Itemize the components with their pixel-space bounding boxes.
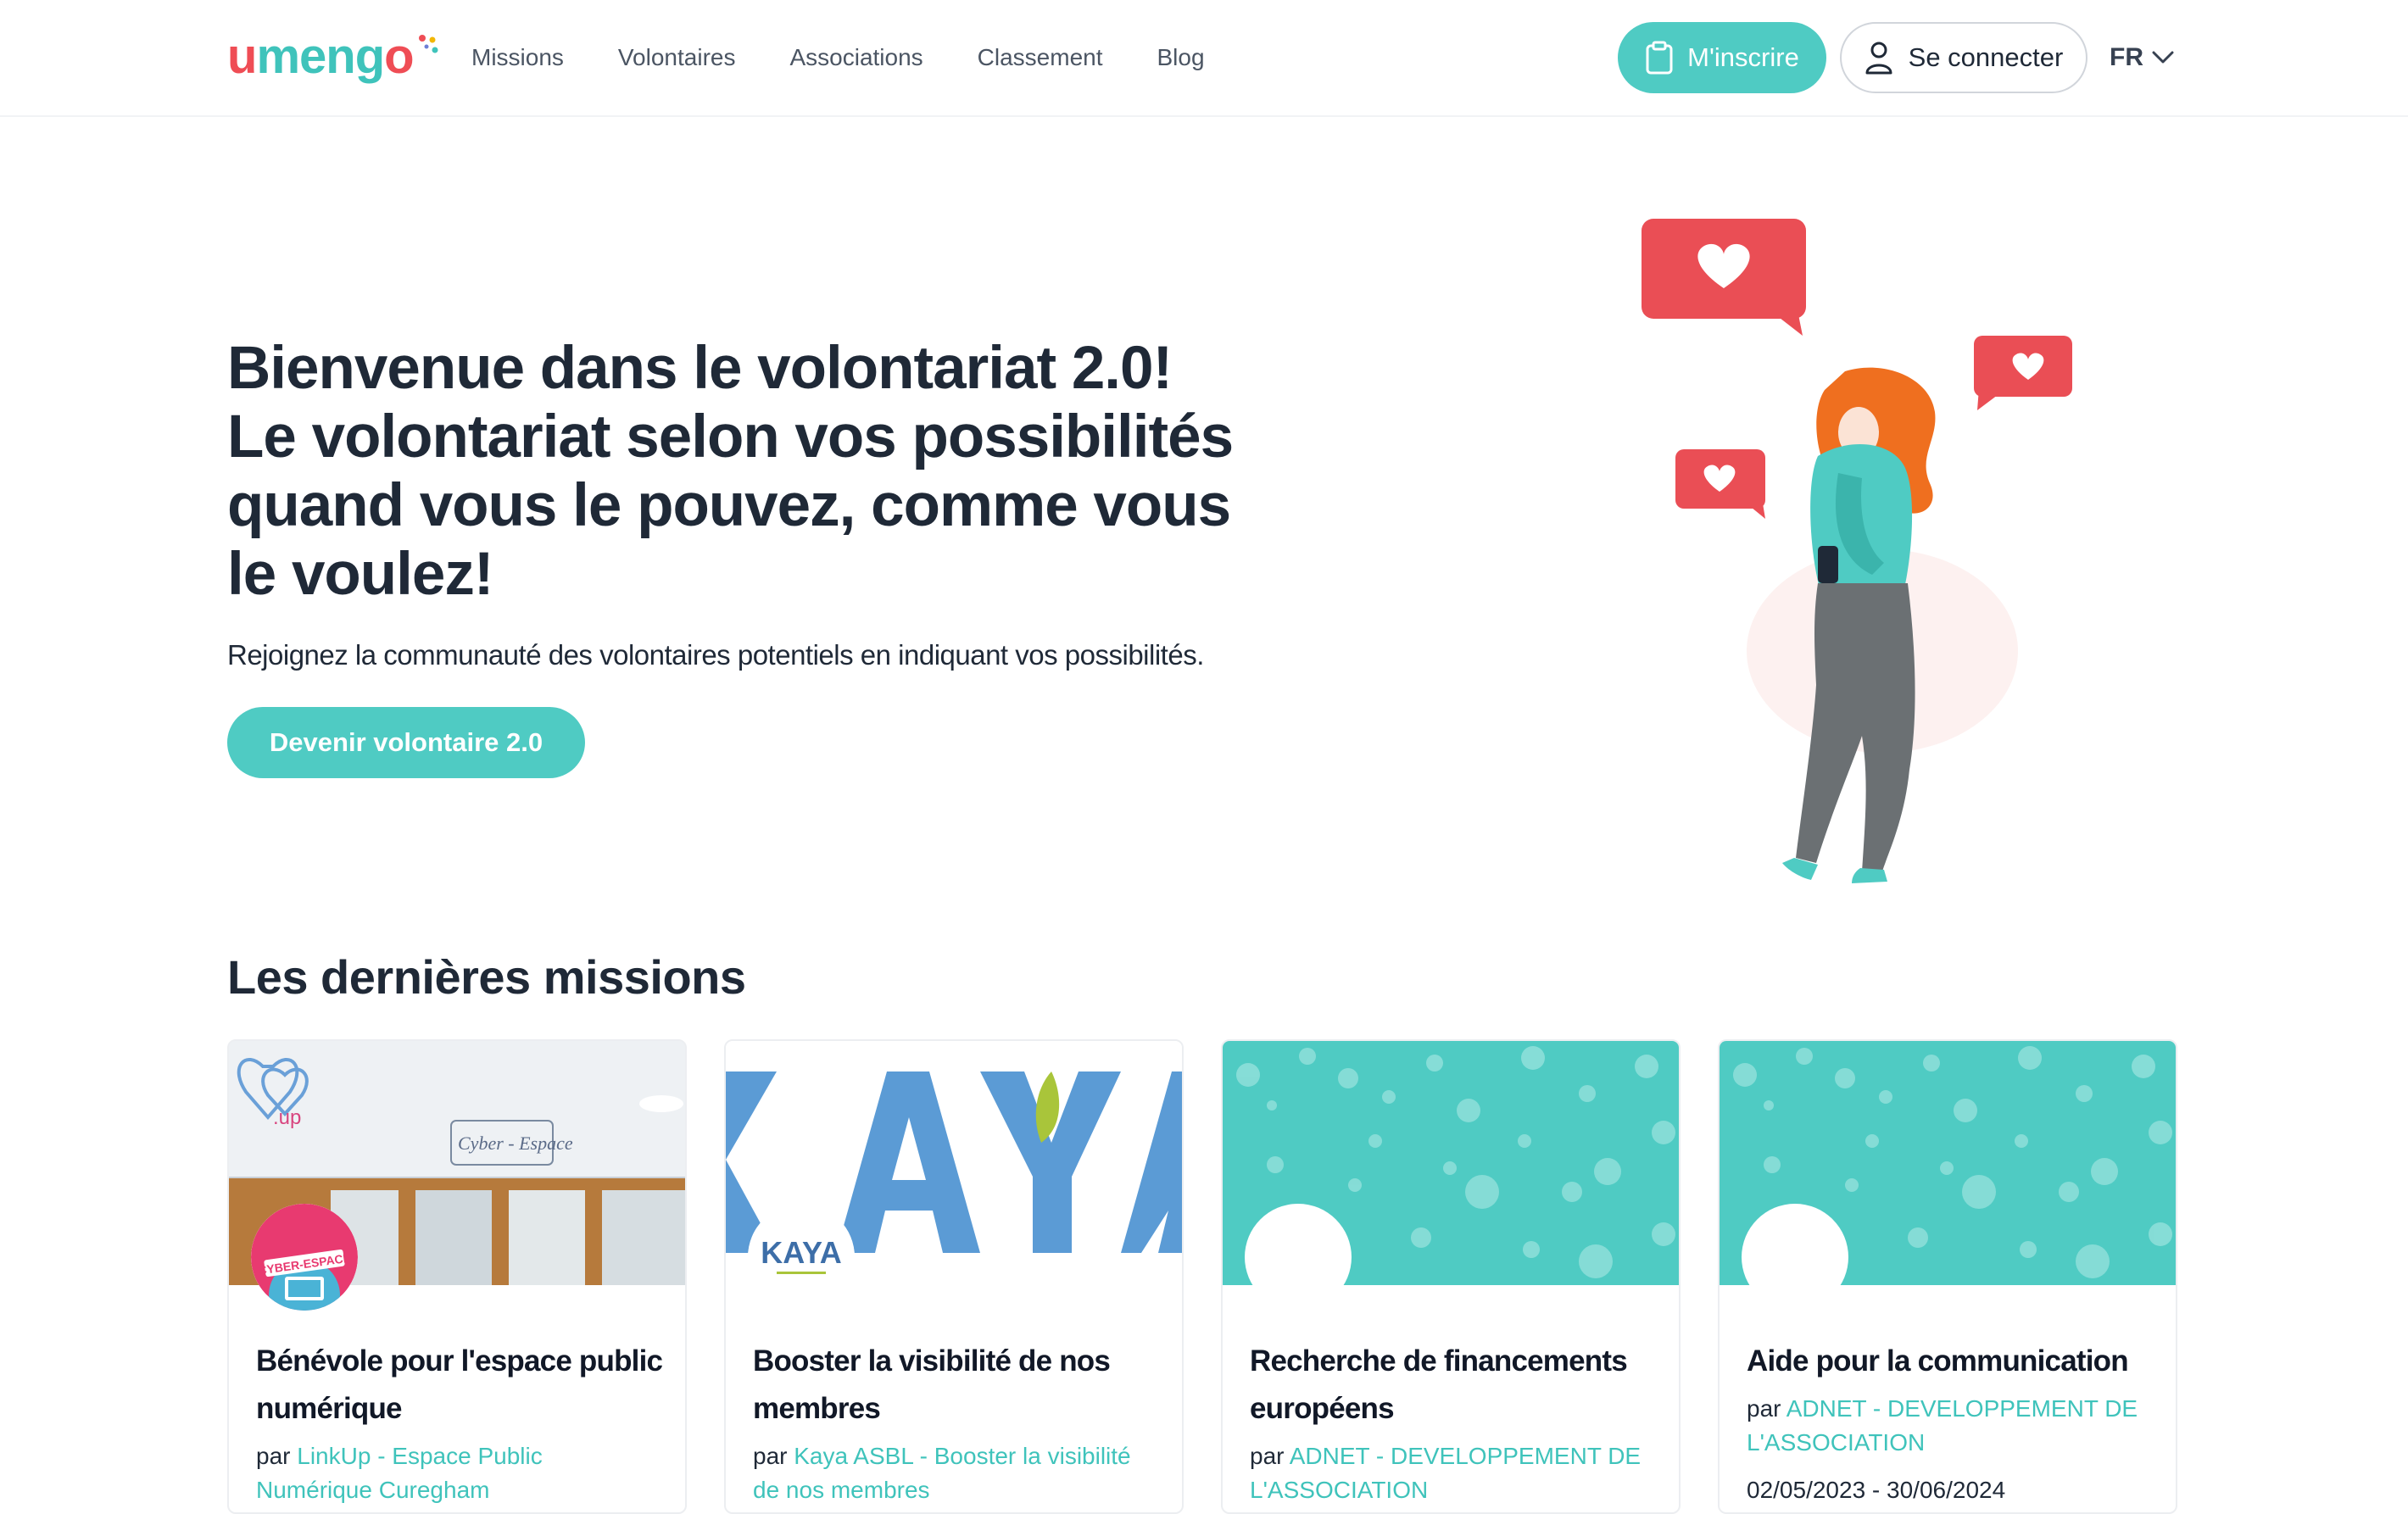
by-prefix: par (753, 1443, 788, 1469)
association-avatar: KAYA (748, 1204, 855, 1311)
login-button[interactable]: Se connecter (1840, 22, 2087, 93)
association-link[interactable]: ADNET - DEVELOPPEMENT DE L'ASSOCIATION (1747, 1395, 2138, 1456)
language-label: FR (2110, 43, 2143, 71)
login-label: Se connecter (1908, 42, 2064, 72)
mission-card[interactable]: KAYA Booster la visibilité de nos membre… (724, 1039, 1184, 1514)
nav-blog[interactable]: Blog (1157, 37, 1205, 78)
signup-label: M'inscrire (1687, 42, 1799, 72)
mission-association: par ADNET - DEVELOPPEMENT DE L'ASSOCIATI… (1747, 1392, 2154, 1460)
mission-title[interactable]: Aide pour la communication (1747, 1338, 2154, 1385)
cyber-espace-logo: CYBER-ESPACE (251, 1204, 358, 1311)
main-nav: Missions Volontaires Associations Classe… (471, 37, 1259, 78)
hero-illustration (1642, 219, 2072, 883)
clipboard-icon (1646, 41, 1673, 75)
become-volunteer-button[interactable]: Devenir volontaire 2.0 (227, 707, 585, 778)
umengo-logo[interactable]: umengo (227, 27, 439, 86)
kaya-logo: KAYA (748, 1204, 855, 1311)
language-selector[interactable]: FR (2110, 37, 2174, 78)
hero-title-line: le voulez! (227, 541, 494, 608)
mission-card[interactable]: Recherche de financements européens par … (1221, 1039, 1681, 1514)
heart-bubble-large-icon (1642, 219, 1806, 336)
svg-text:.up: .up (273, 1106, 301, 1129)
association-avatar (1742, 1204, 1848, 1311)
mission-card[interactable]: .up Cyber - Espace CYBER-ESPACE Bénévole… (227, 1039, 687, 1514)
by-prefix: par (256, 1443, 291, 1469)
site-header: umengo Missions Volontaires Associations… (0, 0, 2408, 117)
mission-date: 02/05/2023 - 30/06/2024 (1747, 1477, 2006, 1503)
heart-bubble-right-icon (1974, 336, 2072, 410)
mission-association: par LinkUp - Espace Public Numérique Cur… (256, 1439, 663, 1507)
hero-title-line: Bienvenue dans le volontariat 2.0! (227, 335, 1173, 402)
chevron-down-icon (2152, 51, 2174, 64)
association-link[interactable]: LinkUp - Espace Public Numérique Curegha… (256, 1443, 543, 1503)
hero-title: Bienvenue dans le volontariat 2.0! Le vo… (227, 334, 1245, 609)
mission-association: par Kaya ASBL - Booster la visibilité de… (753, 1439, 1160, 1507)
mission-card[interactable]: Aide pour la communication par ADNET - D… (1718, 1039, 2177, 1514)
user-icon (1865, 42, 1892, 75)
mission-association: par ADNET - DEVELOPPEMENT DE L'ASSOCIATI… (1250, 1439, 1657, 1507)
hero-subtitle: Rejoignez la communauté des volontaires … (227, 639, 1204, 671)
avatar-text: KAYA (761, 1235, 841, 1270)
logo-sparkle-icon (418, 35, 438, 53)
association-avatar: CYBER-ESPACE (251, 1204, 358, 1311)
association-link[interactable]: Kaya ASBL - Booster la visibilité de nos… (753, 1443, 1131, 1503)
signup-button[interactable]: M'inscrire (1618, 22, 1826, 93)
heart-bubble-left-icon (1675, 449, 1765, 519)
hero-title-line: quand vous le pouvez, comme vous (227, 472, 1231, 539)
nav-associations[interactable]: Associations (789, 37, 923, 78)
association-link[interactable]: ADNET - DEVELOPPEMENT DE L'ASSOCIATION (1250, 1443, 1641, 1503)
mission-title[interactable]: Booster la visibilité de nos membres (753, 1338, 1160, 1433)
nav-missions[interactable]: Missions (471, 37, 564, 78)
association-avatar (1245, 1204, 1352, 1311)
shoe-right-shape (1852, 868, 1887, 883)
by-prefix: par (1250, 1443, 1285, 1469)
mission-title[interactable]: Bénévole pour l'espace public numérique (256, 1338, 663, 1433)
nav-classement[interactable]: Classement (978, 37, 1103, 78)
logo-wordmark: umengo (227, 29, 415, 84)
nav-volontaires[interactable]: Volontaires (618, 37, 736, 78)
phone-icon (1818, 546, 1838, 583)
banner-sign-text: Cyber - Espace (458, 1133, 573, 1154)
section-title-latest-missions: Les dernières missions (227, 950, 746, 1004)
hero-title-line: Le volontariat selon vos possibilités (227, 404, 1234, 470)
by-prefix: par (1747, 1395, 1781, 1422)
mission-title[interactable]: Recherche de financements européens (1250, 1338, 1657, 1433)
